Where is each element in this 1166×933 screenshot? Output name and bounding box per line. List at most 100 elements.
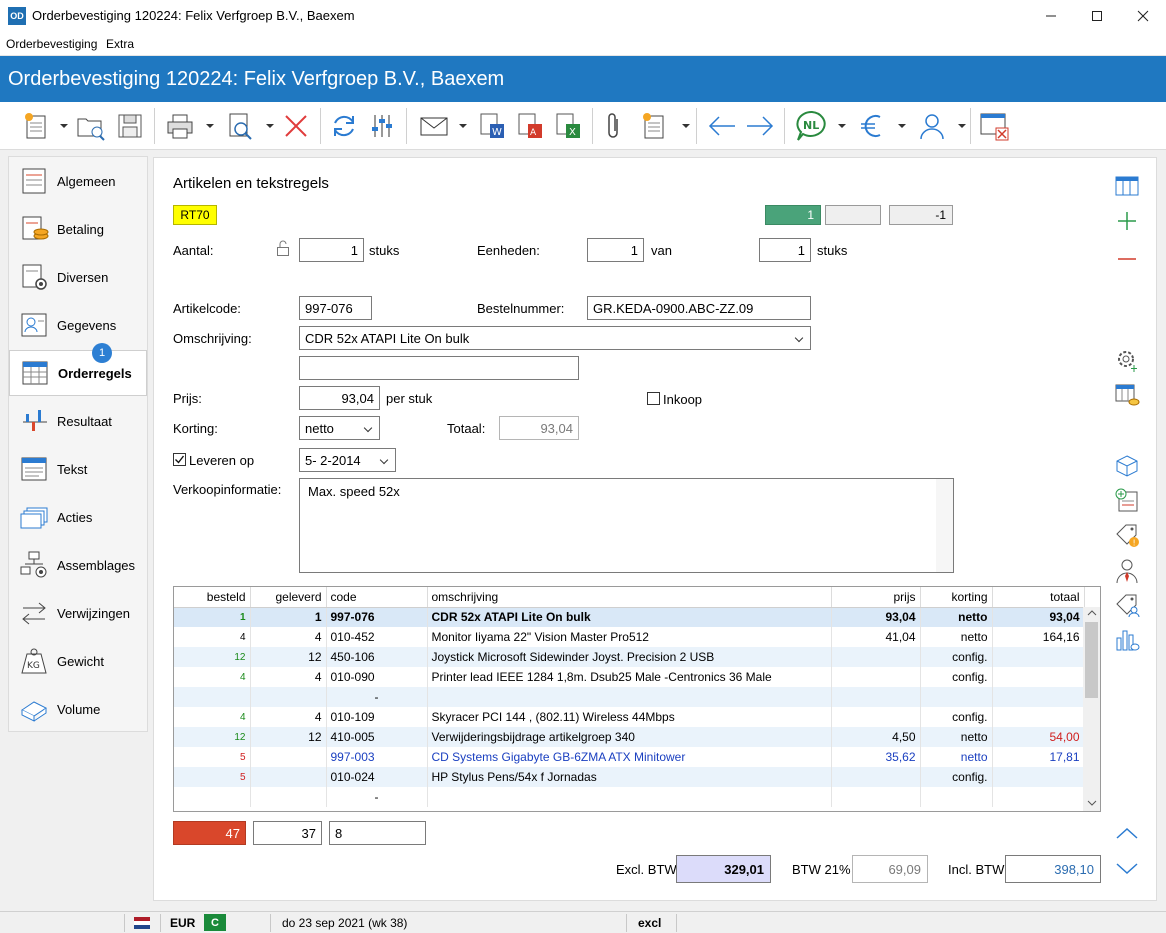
col-totaal[interactable]: totaal <box>992 587 1085 608</box>
save-button[interactable] <box>112 108 148 144</box>
arrow-right-icon <box>747 116 774 136</box>
stock-chart-button[interactable] <box>1112 624 1142 654</box>
chevron-down-icon[interactable] <box>206 122 214 130</box>
artikelcode-input[interactable]: 997-076 <box>299 296 372 320</box>
sidebar-item-gegevens[interactable]: Gegevens <box>9 302 147 348</box>
table-row[interactable]: - <box>174 687 1085 707</box>
sidebar-item-diversen[interactable]: Diversen <box>9 254 147 300</box>
counter-middle <box>825 205 881 225</box>
table-row[interactable]: 4 4 010-090 Printer lead IEEE 1284 1,8m. Ds… <box>174 667 1085 687</box>
chevron-down-icon[interactable] <box>459 122 467 130</box>
table-row[interactable]: 12 12 450-106 Joystick Microsoft Sidewinder… <box>174 647 1085 667</box>
chevron-down-icon[interactable] <box>266 122 274 130</box>
new-document-button[interactable] <box>18 108 54 144</box>
columns-button[interactable] <box>1112 171 1142 201</box>
col-prijs[interactable]: prijs <box>831 587 921 608</box>
korting-select[interactable]: netto <box>299 416 380 440</box>
col-geleverd[interactable]: geleverd <box>250 587 327 608</box>
scroll-up-icon[interactable] <box>1087 609 1097 617</box>
verkoopinfo-textarea[interactable]: Max. speed 52x <box>299 478 954 573</box>
print-button[interactable] <box>162 108 198 144</box>
eenheden-input[interactable]: 1 <box>587 238 644 262</box>
table-row[interactable]: 4 4 010-452 Monitor Iiyama 22" Vision Maste… <box>174 627 1085 647</box>
prijs-input[interactable]: 93,04 <box>299 386 380 410</box>
new-line-button[interactable] <box>636 108 672 144</box>
col-korting[interactable]: korting <box>920 587 993 608</box>
chevron-down-icon[interactable] <box>958 122 966 130</box>
salesperson-button[interactable] <box>1112 556 1142 586</box>
aantal-input[interactable]: 1 <box>299 238 364 262</box>
sidebar-item-assemblages[interactable]: Assemblages <box>9 542 147 588</box>
sidebar-item-acties[interactable]: Acties <box>9 494 147 540</box>
sidebar-item-algemeen[interactable]: Algemeen <box>9 158 147 204</box>
move-up-button[interactable] <box>1112 818 1142 848</box>
minimize-button[interactable] <box>1028 0 1074 32</box>
delete-button[interactable] <box>278 108 314 144</box>
previous-button[interactable] <box>704 108 740 144</box>
col-omschrijving[interactable]: omschrijving <box>427 587 832 608</box>
contact-button[interactable] <box>914 108 950 144</box>
table-db-button[interactable] <box>1112 380 1142 410</box>
email-button[interactable] <box>416 108 452 144</box>
chevron-down-icon[interactable] <box>838 122 846 130</box>
export-excel-button[interactable]: X <box>550 108 586 144</box>
attachment-button[interactable] <box>596 108 632 144</box>
table-scroll-thumb[interactable] <box>1085 622 1098 698</box>
omschrijving-select[interactable]: CDR 52x ATAPI Lite On bulk <box>299 326 811 350</box>
lock-open-icon[interactable] <box>276 240 290 256</box>
omschrijving2-input[interactable] <box>299 356 579 380</box>
table-row[interactable]: 5 010-024 HP Stylus Pens/54x f Jornadas con… <box>174 767 1085 787</box>
menu-extra[interactable]: Extra <box>106 37 134 51</box>
table-row[interactable]: 5 997-003 CD Systems Gigabyte GB-6ZMA ATX … <box>174 747 1085 767</box>
price-tag-info-button[interactable]: ! <box>1112 520 1142 550</box>
settings-sliders-button[interactable] <box>364 108 400 144</box>
order-lines-table[interactable]: besteld geleverd code omschrijving prijs… <box>173 586 1101 812</box>
chevron-down-icon[interactable] <box>60 122 68 130</box>
chevron-down-icon[interactable] <box>898 122 906 130</box>
sidebar-item-betaling[interactable]: Betaling <box>9 206 147 252</box>
app-icon: OD <box>8 7 26 25</box>
currency-button[interactable] <box>854 108 890 144</box>
chevron-down-icon[interactable] <box>682 122 690 130</box>
leveren-checkbox[interactable] <box>173 453 186 466</box>
table-row[interactable]: - <box>174 787 1085 807</box>
remove-line-button[interactable] <box>1112 240 1142 270</box>
sidebar-item-gewicht[interactable]: KG Gewicht <box>9 638 147 684</box>
aantal-unit-label: stuks <box>369 243 400 258</box>
menu-orderbevestiging[interactable]: Orderbevestiging <box>6 37 97 51</box>
sidebar-item-resultaat[interactable]: Resultaat <box>9 398 147 444</box>
add-line-button[interactable] <box>1112 206 1142 236</box>
sidebar-item-volume[interactable]: Volume <box>9 686 147 732</box>
sidebar-item-verwijzingen[interactable]: Verwijzingen <box>9 590 147 636</box>
open-folder-button[interactable] <box>72 108 108 144</box>
export-pdf-button[interactable]: A <box>512 108 548 144</box>
scroll-down-icon[interactable] <box>1087 799 1097 807</box>
col-besteld[interactable]: besteld <box>174 587 251 608</box>
cell-geleverd: 4 <box>250 627 327 647</box>
print-preview-button[interactable] <box>222 108 258 144</box>
close-window-button[interactable] <box>976 108 1012 144</box>
col-code[interactable]: code <box>326 587 428 608</box>
language-button[interactable]: NL <box>794 108 830 144</box>
product-button[interactable] <box>1112 451 1142 481</box>
export-word-button[interactable]: W <box>474 108 510 144</box>
sidebar-item-orderregels[interactable]: Orderregels <box>9 350 147 396</box>
maximize-button[interactable] <box>1074 0 1120 32</box>
line-settings-button[interactable] <box>1112 345 1142 375</box>
close-button[interactable] <box>1120 0 1166 32</box>
refresh-button[interactable] <box>326 108 362 144</box>
bestelnummer-input[interactable]: GR.KEDA-0900.ABC-ZZ.09 <box>587 296 811 320</box>
table-row[interactable]: 1 1 997-076 CDR 52x ATAPI Lite On bulk 93,04… <box>174 607 1085 627</box>
verkoopinfo-scrollbar[interactable] <box>936 479 953 572</box>
inkoop-checkbox[interactable] <box>647 392 660 405</box>
table-row[interactable]: 12 12 410-005 Verwijderingsbijdrage artikel… <box>174 727 1085 747</box>
price-tag-user-button[interactable] <box>1112 590 1142 620</box>
table-row[interactable]: 4 4 010-109 Skyracer PCI 144 , (802.11) Wir… <box>174 707 1085 727</box>
eenheden-of-input[interactable]: 1 <box>759 238 811 262</box>
add-document-button[interactable] <box>1112 485 1142 515</box>
move-down-button[interactable] <box>1112 854 1142 884</box>
next-button[interactable] <box>742 108 778 144</box>
minus-icon <box>1118 258 1136 260</box>
leveren-date-select[interactable]: 5- 2-2014 <box>299 448 396 472</box>
sidebar-item-tekst[interactable]: Tekst <box>9 446 147 492</box>
